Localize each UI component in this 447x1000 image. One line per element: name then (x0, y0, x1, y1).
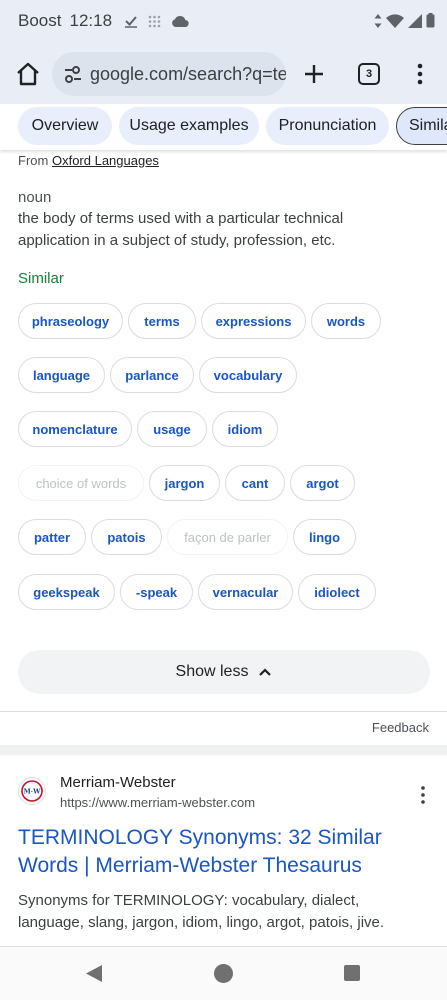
synonym-chip[interactable]: patois (91, 519, 162, 555)
result-snippet: Synonyms for TERMINOLOGY: vocabulary, di… (18, 892, 385, 931)
signal-icon (408, 13, 422, 28)
result-title-link[interactable]: TERMINOLOGY Synonyms: 32 Similar Words |… (18, 824, 418, 880)
feedback-link[interactable]: Feedback (372, 720, 429, 735)
synonym-chip-disabled: choice of words (18, 465, 144, 501)
back-icon[interactable] (85, 964, 103, 983)
check-icon (125, 16, 138, 28)
merriam-webster-logo-icon: M·W (21, 780, 43, 802)
synonym-chip[interactable]: argot (290, 465, 355, 501)
recents-button[interactable] (344, 965, 360, 981)
more-vert-icon[interactable] (418, 785, 428, 805)
synonym-chip[interactable]: expressions (201, 303, 306, 339)
synonym-chip[interactable]: vernacular (198, 574, 293, 610)
synonym-chip[interactable]: -speak (120, 574, 193, 610)
status-left: Boost 12:18 (18, 11, 189, 31)
synonym-chip[interactable]: parlance (110, 357, 194, 393)
synonym-chip[interactable]: lingo (293, 519, 356, 555)
tab-overview[interactable]: Overview (18, 107, 112, 145)
synonym-chip-disabled: façon de parler (167, 519, 288, 555)
source-line: From Oxford Languages (18, 153, 159, 168)
synonym-chip[interactable]: phraseology (18, 303, 123, 339)
synonym-chip[interactable]: nomenclature (18, 411, 132, 447)
cloud-icon (172, 15, 189, 27)
url-text: google.com/search?q=te (90, 63, 286, 84)
section-separator (0, 745, 447, 755)
grid-icon (148, 15, 161, 27)
plus-icon[interactable] (302, 62, 326, 86)
show-less-label: Show less (175, 663, 249, 680)
part-of-speech: noun (18, 189, 52, 206)
synonym-chip[interactable]: words (311, 303, 381, 339)
tab-pronunciation[interactable]: Pronunciation (266, 107, 389, 145)
status-bar: Boost 12:18 (0, 0, 447, 44)
clock: 12:18 (69, 11, 113, 30)
site-favicon[interactable]: M·W (18, 777, 46, 805)
battery-icon (426, 13, 435, 28)
synonym-chip[interactable]: usage (137, 411, 207, 447)
synonym-chip[interactable]: terms (128, 303, 196, 339)
divider (0, 711, 447, 712)
source-link[interactable]: Oxford Languages (52, 153, 159, 168)
home-icon[interactable] (14, 60, 42, 88)
status-right (374, 13, 435, 28)
definition-text: the body of terms used with a particular… (18, 210, 344, 249)
system-nav-bar (0, 947, 447, 1000)
wifi-icon (386, 13, 404, 28)
tab-usage-examples[interactable]: Usage examples (119, 107, 259, 145)
synonym-chip[interactable]: geekspeak (18, 574, 115, 610)
more-vert-icon[interactable] (412, 62, 428, 86)
favicon-text: M·W (24, 788, 41, 796)
search-tab-row: Overview Usage examples Pronunciation Si… (0, 104, 447, 150)
synonym-chip[interactable]: language (18, 357, 105, 393)
source-prefix: From (18, 153, 49, 168)
tab-switcher-button[interactable]: 3 (358, 63, 380, 85)
synonym-chip[interactable]: idiolect (298, 574, 376, 610)
carrier-label: Boost (18, 11, 62, 30)
show-less-button[interactable]: Show less (18, 650, 430, 694)
chevron-up-icon (259, 668, 272, 676)
result-site-name: Merriam-Webster (60, 774, 176, 791)
synonym-chip[interactable]: patter (18, 519, 86, 555)
data-arrows-icon (374, 13, 382, 28)
result-site-url: https://www.merriam-webster.com (60, 795, 256, 810)
home-button[interactable] (214, 964, 233, 983)
synonym-chip[interactable]: idiom (212, 411, 278, 447)
tab-similar[interactable]: Simila (396, 107, 447, 145)
synonym-chip[interactable]: vocabulary (199, 357, 297, 393)
synonym-chip[interactable]: jargon (149, 465, 220, 501)
tune-icon[interactable] (62, 63, 84, 85)
similar-heading: Similar (18, 270, 64, 287)
url-bar[interactable]: google.com/search?q=te (52, 52, 286, 96)
browser-toolbar: google.com/search?q=te 3 (0, 44, 447, 104)
synonym-chip[interactable]: cant (225, 465, 285, 501)
